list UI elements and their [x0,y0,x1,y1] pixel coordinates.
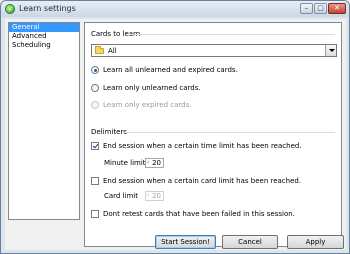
title-bar[interactable]: ✓ Learn settings – □ ✕ [1,1,349,17]
radio-button[interactable] [91,84,99,92]
radio-learn-all-label: Learn all unlearned and expired cards. [103,66,238,74]
settings-panel: Cards to learn All Learn all unlearned a… [84,22,342,247]
chevron-down-icon[interactable] [325,45,336,56]
stepper-arrows-icon[interactable]: ‹ [147,159,149,167]
folder-dropdown[interactable]: All [91,44,337,57]
nav-item-advanced[interactable]: Advanced [9,32,79,41]
card-limit-toggle-label: End session when a certain card limit ha… [103,177,302,185]
folder-dropdown-value: All [108,47,117,55]
nav-item-general[interactable]: General [9,23,79,32]
cancel-button[interactable]: Cancel [222,235,278,249]
minimize-button[interactable]: – [300,3,313,14]
window-title: Learn settings [19,4,76,13]
no-retest-label: Dont retest cards that have been failed … [103,210,295,218]
no-retest-checkbox[interactable] [91,210,99,218]
cards-to-learn-divider [129,34,335,35]
minute-limit-label: Minute limit [104,159,146,167]
app-icon: ✓ [5,4,15,14]
radio-button[interactable] [91,66,99,74]
radio-learn-unlearned-label: Learn only unlearned cards. [103,84,201,92]
time-limit-label: End session when a certain time limit ha… [103,142,302,150]
card-limit-label: Card limit [104,192,138,200]
minute-limit-stepper[interactable]: ‹ 20 [145,158,164,168]
card-limit-value: 20 [152,192,161,200]
time-limit-checkbox[interactable] [91,142,99,150]
radio-learn-expired-label: Learn only expired cards. [103,101,192,109]
radio-button [91,101,99,109]
maximize-button[interactable]: □ [314,3,327,14]
card-limit-stepper: ‹ 20 [145,191,164,201]
folder-icon [95,46,104,54]
minute-limit-value: 20 [152,159,161,167]
dialog-client-area: General Advanced Scheduling Cards to lea… [5,19,346,250]
delimiters-heading: Delimiters [91,128,127,136]
delimiters-divider [123,132,335,133]
learn-settings-window: ✓ Learn settings – □ ✕ General Advanced … [0,0,350,254]
settings-nav-list[interactable]: General Advanced Scheduling [8,22,80,220]
close-button[interactable]: ✕ [328,3,346,14]
stepper-arrows-icon: ‹ [147,192,150,199]
start-session-button[interactable]: Start Session! [155,235,216,249]
card-limit-checkbox[interactable] [91,177,99,185]
apply-button[interactable]: Apply [287,235,344,249]
nav-item-scheduling[interactable]: Scheduling [9,41,79,50]
